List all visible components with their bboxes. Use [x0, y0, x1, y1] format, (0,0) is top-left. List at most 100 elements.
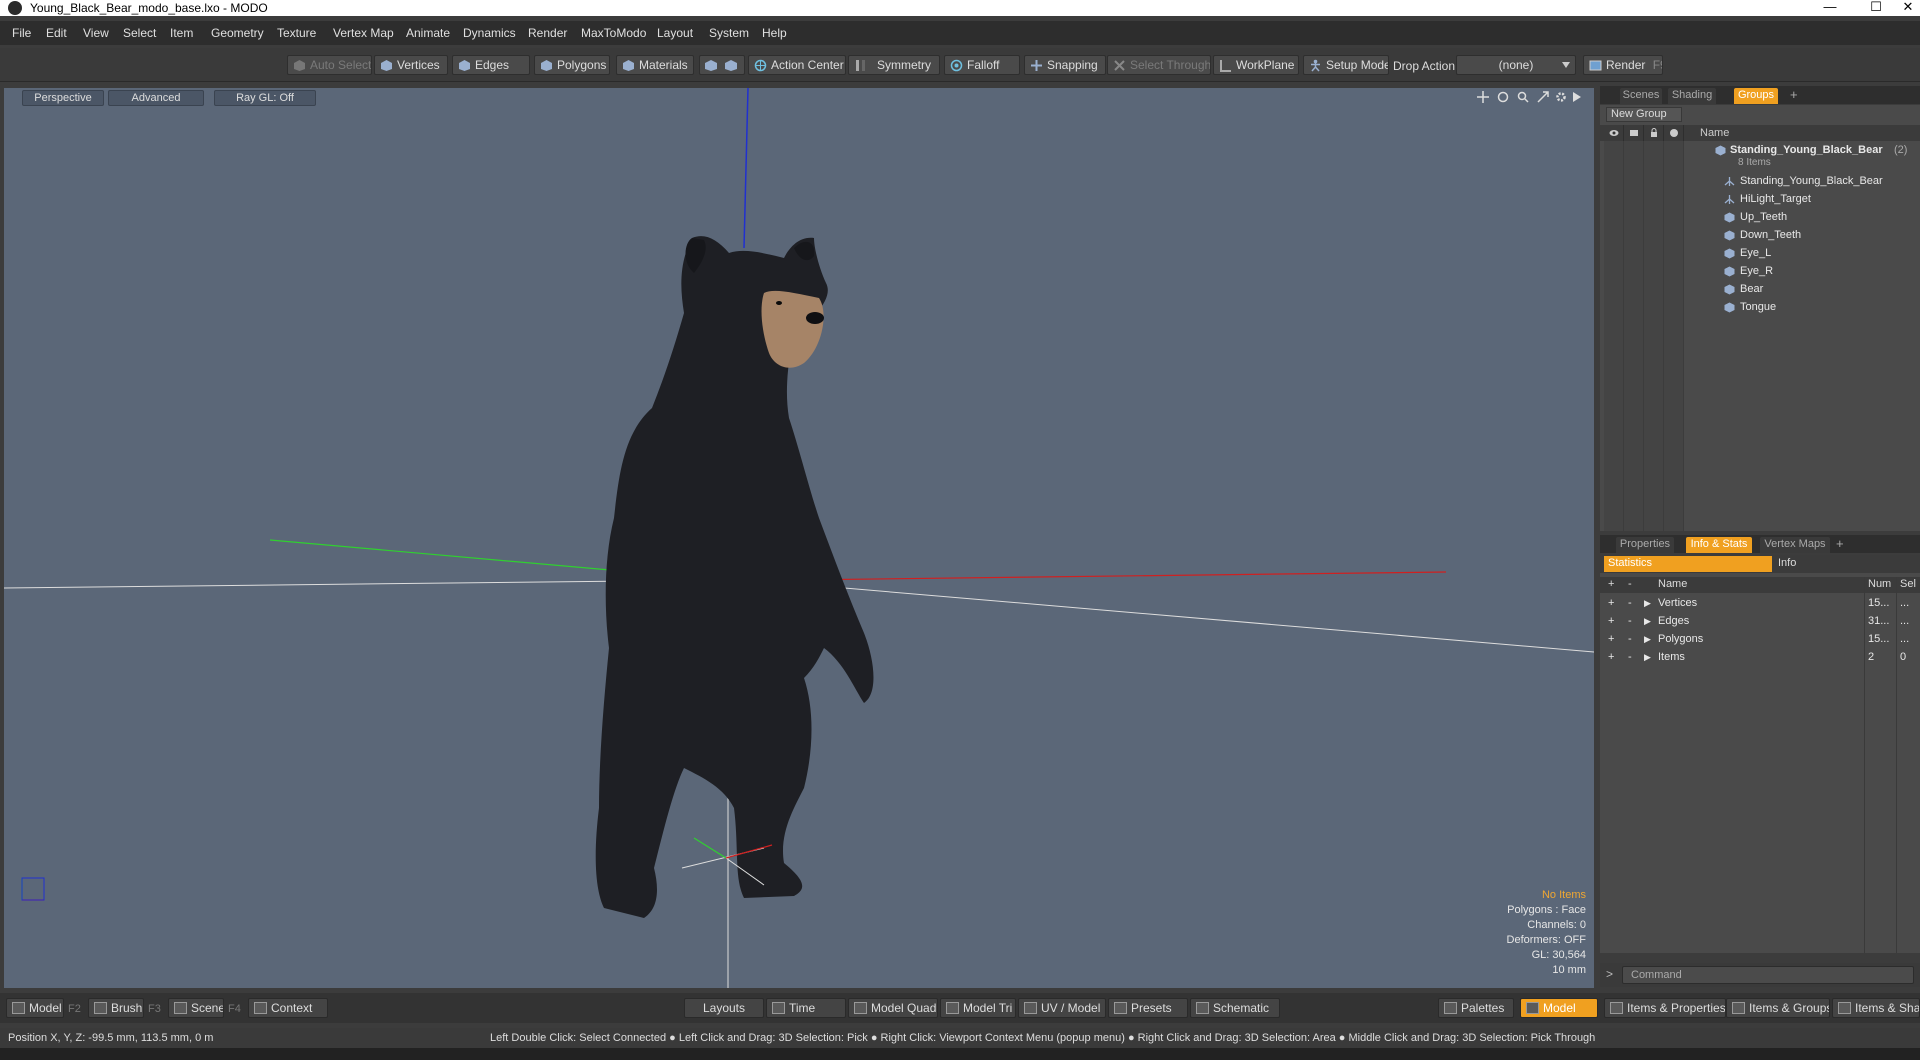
- workplane-button[interactable]: WorkPlane: [1213, 55, 1299, 75]
- minimize-button[interactable]: —: [1810, 0, 1850, 16]
- group-item-down-teeth[interactable]: Down_Teeth: [1600, 226, 1920, 244]
- group-item-eye-r[interactable]: Eye_R: [1600, 262, 1920, 280]
- model-quad-button[interactable]: Model Quad: [848, 998, 938, 1018]
- group-item-eye-l[interactable]: Eye_L: [1600, 244, 1920, 262]
- expand-button[interactable]: +: [1608, 612, 1614, 630]
- close-button[interactable]: ✕: [1888, 0, 1920, 16]
- selection-mode-buttons[interactable]: [699, 55, 745, 75]
- expand-button[interactable]: +: [1608, 594, 1614, 612]
- tab-vertex-maps[interactable]: Vertex Maps: [1760, 537, 1830, 553]
- model-tri-button[interactable]: Model Tri: [940, 998, 1016, 1018]
- stats-row-edges[interactable]: + - ▶ Edges 31... ...: [1600, 612, 1920, 630]
- menu-system[interactable]: System: [709, 26, 749, 40]
- action-center-button[interactable]: Action Center: [748, 55, 846, 75]
- render-column[interactable]: [1624, 125, 1644, 141]
- context-layout-button[interactable]: Context: [248, 998, 328, 1018]
- expand-arrow-icon[interactable]: ▶: [1644, 648, 1651, 666]
- snapping-button[interactable]: Snapping: [1024, 55, 1106, 75]
- schematic-button[interactable]: Schematic: [1190, 998, 1280, 1018]
- items-groups-button[interactable]: Items & Groups: [1726, 998, 1830, 1018]
- subtab-info[interactable]: Info: [1774, 556, 1914, 572]
- items-shading-button[interactable]: Items & Shading: [1832, 998, 1920, 1018]
- vertices-button[interactable]: Vertices: [374, 55, 448, 75]
- collapse-button[interactable]: -: [1628, 630, 1632, 648]
- render-button[interactable]: Render F9: [1583, 55, 1663, 75]
- expand-button[interactable]: +: [1608, 648, 1614, 666]
- chevron-right-icon[interactable]: [1573, 92, 1581, 102]
- collapse-button[interactable]: -: [1628, 594, 1632, 612]
- layouts-button[interactable]: Layouts: [684, 998, 764, 1018]
- new-group-button[interactable]: New Group: [1606, 107, 1682, 122]
- stats-row-polygons[interactable]: + - ▶ Polygons 15... ...: [1600, 630, 1920, 648]
- viewport-perspective-tab[interactable]: Perspective: [22, 90, 104, 106]
- expand-button[interactable]: +: [1608, 630, 1614, 648]
- menu-render[interactable]: Render: [528, 26, 567, 40]
- stats-row-vertices[interactable]: + - ▶ Vertices 15... ...: [1600, 594, 1920, 612]
- command-input[interactable]: Command: [1622, 966, 1914, 984]
- expand-arrow-icon[interactable]: ▶: [1644, 594, 1651, 612]
- select-column[interactable]: [1664, 125, 1684, 141]
- group-item-bear[interactable]: Bear: [1600, 280, 1920, 298]
- group-item-up-teeth[interactable]: Up_Teeth: [1600, 208, 1920, 226]
- polygons-button[interactable]: Polygons: [534, 55, 610, 75]
- menu-file[interactable]: File: [12, 26, 31, 40]
- menu-vertex-map[interactable]: Vertex Map: [333, 26, 394, 40]
- visibility-column[interactable]: [1604, 125, 1624, 141]
- maximize-viewport-icon[interactable]: [1537, 91, 1549, 103]
- edges-button[interactable]: Edges: [452, 55, 530, 75]
- expand-all-button[interactable]: +: [1608, 578, 1614, 590]
- menu-animate[interactable]: Animate: [406, 26, 450, 40]
- auto-select-button[interactable]: Auto Select: [287, 55, 372, 75]
- expand-arrow-icon[interactable]: ▶: [1644, 612, 1651, 630]
- menu-edit[interactable]: Edit: [46, 26, 67, 40]
- tab-info-stats[interactable]: Info & Stats: [1686, 537, 1752, 553]
- brush-layout-button[interactable]: Brush: [88, 998, 144, 1018]
- group-item-tongue[interactable]: Tongue: [1600, 298, 1920, 316]
- group-item-standing-young-black-bear[interactable]: Standing_Young_Black_Bear: [1600, 172, 1920, 190]
- tab-groups[interactable]: Groups: [1734, 88, 1778, 104]
- menu-help[interactable]: Help: [762, 26, 787, 40]
- stats-row-items[interactable]: + - ▶ Items 2 0: [1600, 648, 1920, 666]
- select-through-button[interactable]: Select Through: [1107, 55, 1211, 75]
- 3d-viewport[interactable]: No Items Polygons : Face Channels: 0 Def…: [4, 88, 1594, 988]
- menu-view[interactable]: View: [83, 26, 109, 40]
- time-layout-button[interactable]: Time: [766, 998, 846, 1018]
- scene-layout-button[interactable]: Scene: [168, 998, 224, 1018]
- menu-texture[interactable]: Texture: [277, 26, 316, 40]
- menu-geometry[interactable]: Geometry: [211, 26, 264, 40]
- tab-properties[interactable]: Properties: [1616, 537, 1674, 553]
- menu-select[interactable]: Select: [123, 26, 156, 40]
- gear-icon[interactable]: [1555, 91, 1567, 103]
- tab-scenes[interactable]: Scenes: [1620, 88, 1662, 104]
- setup-mode-button[interactable]: Setup Mode: [1303, 55, 1389, 75]
- collapse-button[interactable]: -: [1628, 648, 1632, 666]
- palettes-button[interactable]: Palettes: [1438, 998, 1514, 1018]
- model-active-button[interactable]: Model: [1520, 998, 1598, 1018]
- presets-button[interactable]: Presets: [1108, 998, 1188, 1018]
- add-tab-button[interactable]: +: [1790, 87, 1798, 102]
- lock-column[interactable]: [1644, 125, 1664, 141]
- items-properties-button[interactable]: Items & Properties: [1604, 998, 1726, 1018]
- menu-maxtomodo[interactable]: MaxToModo: [581, 26, 646, 40]
- zoom-icon[interactable]: [1517, 91, 1529, 103]
- subtab-statistics[interactable]: Statistics: [1604, 556, 1772, 572]
- materials-button[interactable]: Materials: [616, 55, 694, 75]
- viewport-advanced-tab[interactable]: Advanced: [108, 90, 204, 106]
- expand-arrow-icon[interactable]: ▶: [1644, 630, 1651, 648]
- uv-model-button[interactable]: UV / Model: [1018, 998, 1106, 1018]
- pan-icon[interactable]: [1477, 91, 1489, 103]
- menu-layout[interactable]: Layout: [657, 26, 693, 40]
- menu-item[interactable]: Item: [170, 26, 193, 40]
- group-item-hilight-target[interactable]: HiLight_Target: [1600, 190, 1920, 208]
- rotate-icon[interactable]: [1497, 91, 1509, 103]
- tab-shading[interactable]: Shading: [1668, 88, 1716, 104]
- add-tab-button[interactable]: +: [1836, 536, 1844, 551]
- drop-action-dropdown[interactable]: (none): [1456, 55, 1576, 75]
- model-layout-button[interactable]: Model: [6, 998, 64, 1018]
- symmetry-button[interactable]: Symmetry: [848, 55, 940, 75]
- collapse-button[interactable]: -: [1628, 612, 1632, 630]
- viewport-raygl-tab[interactable]: Ray GL: Off: [214, 90, 316, 106]
- collapse-all-button[interactable]: -: [1628, 578, 1632, 590]
- menu-dynamics[interactable]: Dynamics: [463, 26, 516, 40]
- falloff-button[interactable]: Falloff: [944, 55, 1020, 75]
